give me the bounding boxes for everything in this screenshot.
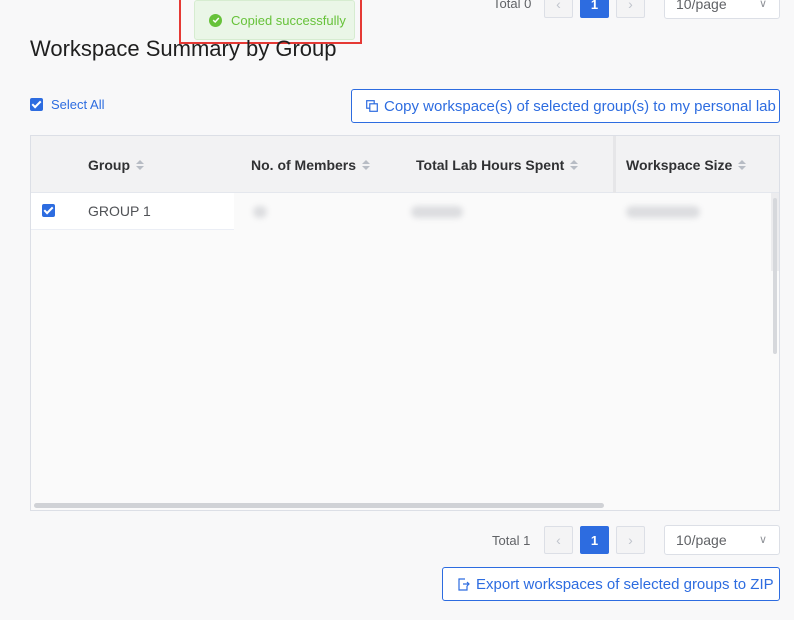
next-page-button[interactable]: › — [616, 526, 645, 554]
page-size-select[interactable]: 10/page ∨ — [664, 0, 780, 19]
group-name-cell: GROUP 1 — [88, 203, 151, 219]
table-row[interactable]: GROUP 1 — [31, 193, 234, 230]
column-label: No. of Members — [251, 156, 357, 173]
redacted-cell — [411, 206, 463, 218]
sort-icon[interactable] — [738, 159, 747, 171]
page-number-button[interactable]: 1 — [580, 526, 609, 554]
copy-button-label: Copy workspace(s) of selected group(s) t… — [384, 97, 776, 115]
sort-icon[interactable] — [570, 159, 579, 171]
chevron-down-icon: ∨ — [758, 534, 767, 546]
column-label: Total Lab Hours Spent — [416, 156, 565, 173]
export-button-label: Export workspaces of selected groups to … — [476, 575, 774, 593]
pagination-total: Total 1 — [492, 533, 531, 548]
sort-icon[interactable] — [362, 159, 371, 171]
column-header-workspace-size[interactable]: Workspace Size — [626, 136, 747, 193]
next-page-button[interactable]: › — [616, 0, 645, 18]
workspace-table: Group No. of Members Total Lab Hours Spe… — [30, 135, 780, 511]
copy-icon — [366, 100, 378, 112]
export-icon — [457, 577, 470, 591]
checkbox-icon — [30, 98, 43, 111]
column-label: Group — [88, 156, 130, 173]
copy-workspaces-button[interactable]: Copy workspace(s) of selected group(s) t… — [351, 89, 780, 123]
page-size-value: 10/page — [676, 532, 727, 548]
prev-page-button[interactable]: ‹ — [544, 0, 573, 18]
row-checkbox[interactable] — [42, 204, 55, 217]
pagination-total: Total 0 — [493, 0, 532, 11]
prev-page-button[interactable]: ‹ — [544, 526, 573, 554]
top-pagination: Total 0 ‹ 1 › 10/page ∨ — [0, 0, 794, 19]
table-header: Group No. of Members Total Lab Hours Spe… — [31, 136, 779, 193]
column-header-members[interactable]: No. of Members — [251, 136, 371, 193]
horizontal-scrollbar[interactable] — [34, 503, 604, 508]
chevron-right-icon: › — [628, 0, 633, 12]
column-header-group[interactable]: Group — [88, 136, 144, 193]
select-all-label: Select All — [51, 97, 105, 112]
redacted-cell — [626, 206, 700, 218]
chevron-down-icon: ∨ — [758, 0, 767, 10]
chevron-right-icon: › — [628, 532, 633, 548]
sort-icon[interactable] — [136, 159, 144, 171]
chevron-left-icon: ‹ — [556, 532, 561, 548]
page-number-button[interactable]: 1 — [580, 0, 609, 18]
page-title: Workspace Summary by Group — [30, 36, 337, 61]
redacted-cell — [253, 206, 267, 218]
column-resize-handle[interactable] — [613, 136, 616, 193]
column-label: Workspace Size — [626, 156, 733, 173]
column-header-lab-hours[interactable]: Total Lab Hours Spent — [416, 136, 579, 193]
select-all-checkbox[interactable]: Select All — [30, 97, 104, 112]
export-zip-button[interactable]: Export workspaces of selected groups to … — [442, 567, 780, 601]
page-size-value: 10/page — [676, 0, 727, 12]
chevron-left-icon: ‹ — [556, 0, 561, 12]
vertical-scrollbar[interactable] — [773, 198, 777, 354]
page-size-select[interactable]: 10/page ∨ — [664, 525, 780, 555]
